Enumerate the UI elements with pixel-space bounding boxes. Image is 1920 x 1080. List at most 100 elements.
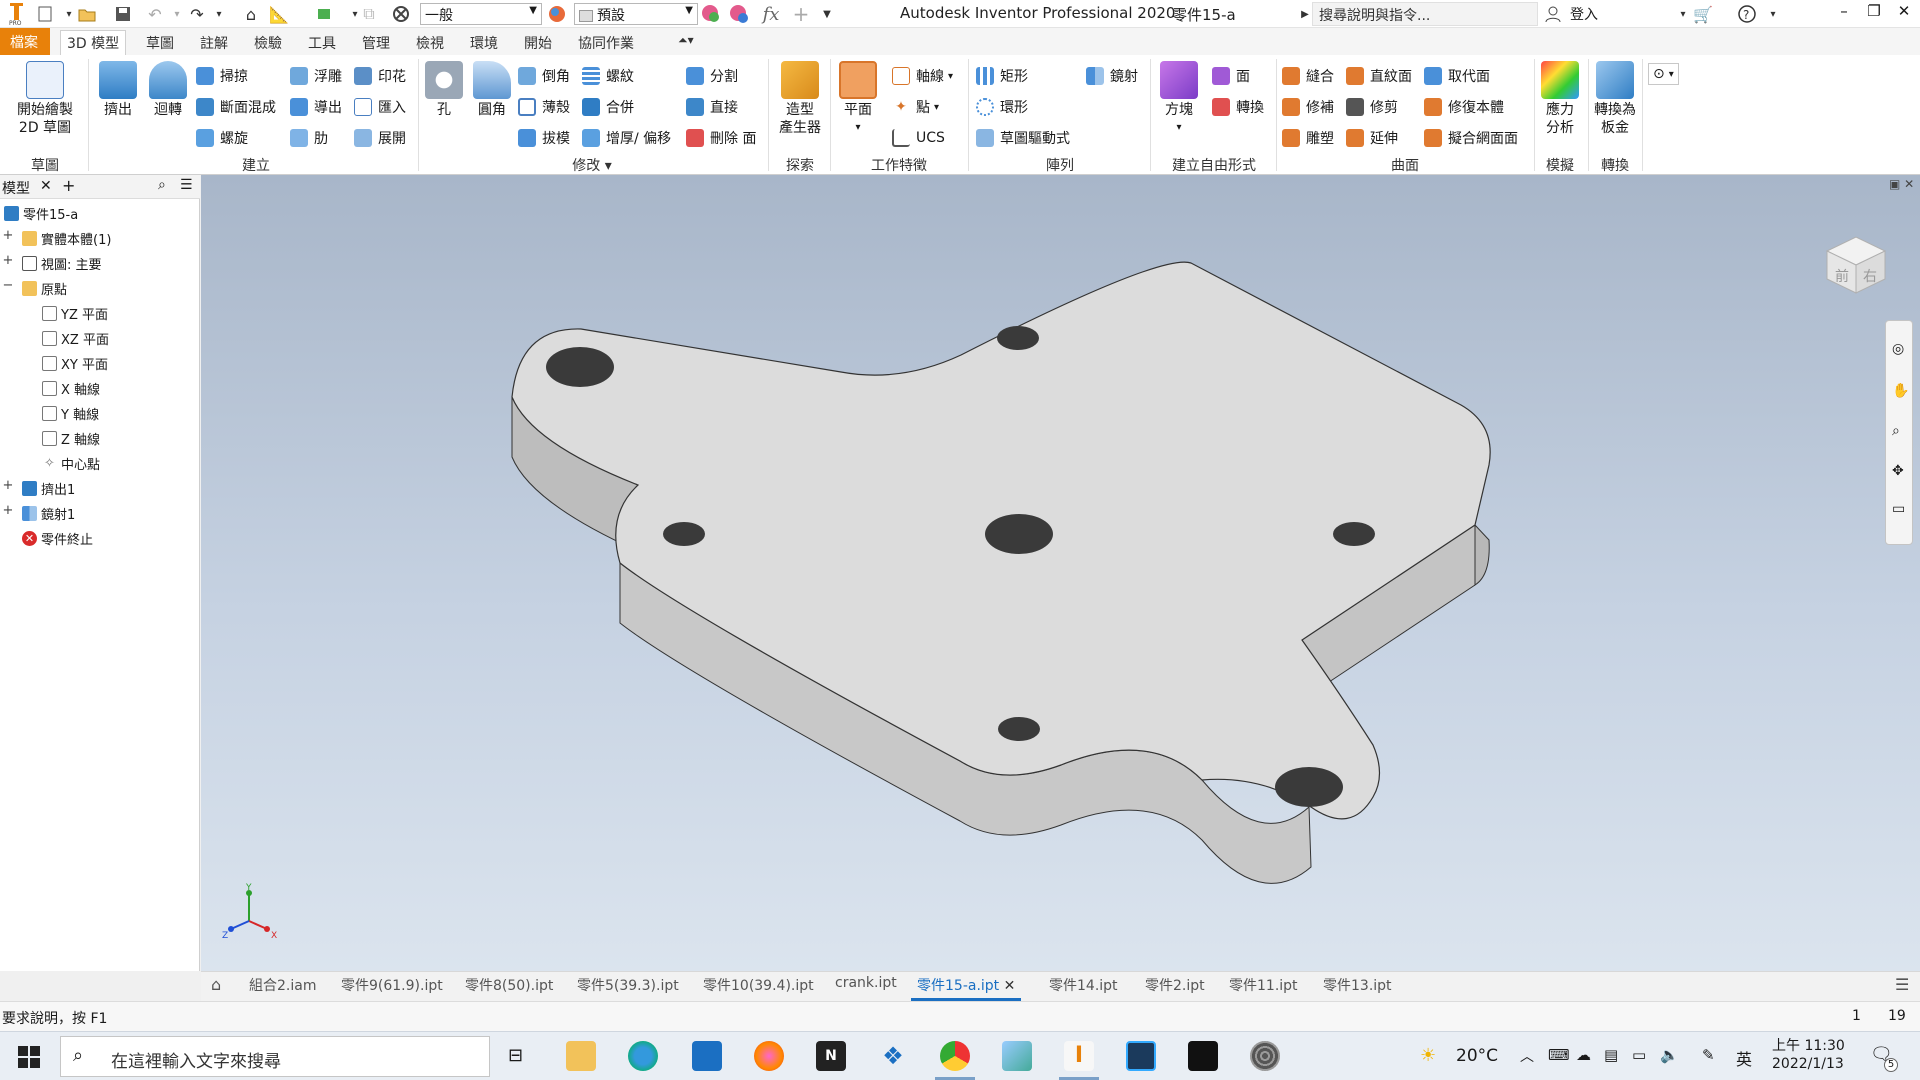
new-file-icon[interactable] [34,3,56,25]
loft-button[interactable]: 斷面混成 [196,96,276,118]
onedrive-icon[interactable]: ☁ [1576,1046,1591,1064]
help-search-input[interactable]: 搜尋說明與指令... [1312,2,1538,26]
patch-button[interactable]: 修補 [1282,96,1334,118]
app-globe-icon[interactable] [1250,1041,1280,1071]
measure-icon[interactable]: 📐 [268,3,290,25]
split-button[interactable]: 分割 [686,65,738,87]
menu-icon[interactable]: ☰ [180,177,193,193]
graphics-viewport[interactable]: 前 右 ▣ ✕ ◎ ✋ ⌕ ✥ ▭ Y X Z [201,175,1920,971]
material-icon[interactable] [390,3,412,25]
ucs-button[interactable]: UCS [892,127,945,149]
add-tab-icon[interactable]: + [62,176,75,195]
face-freeform-button[interactable]: 面 [1212,65,1250,87]
circular-pattern-button[interactable]: 環形 [976,96,1028,118]
file-explorer-icon[interactable] [566,1041,596,1071]
notion-icon[interactable]: N [816,1041,846,1071]
app-icon[interactable] [1002,1041,1032,1071]
restore-icon[interactable]: ❐ [1860,2,1888,26]
volume-icon[interactable]: 🔈 [1660,1046,1679,1064]
mirror-button[interactable]: 鏡射 [1086,65,1138,87]
decal-button[interactable]: 印花 [354,65,406,87]
tree-center-point[interactable]: ✧ 中心點 [42,453,100,473]
sweep-button[interactable]: 掃掠 [196,65,248,87]
clear-appearance-icon[interactable] [728,3,750,25]
home-icon[interactable]: ⌂ [211,975,221,994]
ribbon-display-toggle-icon[interactable]: ⏶▾ [672,31,700,50]
windows-start-icon[interactable] [18,1046,40,1072]
coil-button[interactable]: 螺旋 [196,127,248,149]
rib-button[interactable]: 肋 [290,127,328,149]
chevron-down-icon[interactable]: ▾ [166,3,188,25]
emboss-button[interactable]: 浮雕 [290,65,342,87]
pen-icon[interactable]: ✎ [1702,1046,1715,1064]
undo-icon[interactable]: ↶ [144,3,166,25]
thread-button[interactable]: 螺紋 [582,65,634,87]
select-icon[interactable]: ⧉ [358,3,380,25]
tree-yz-plane[interactable]: YZ 平面 [42,303,108,323]
tree-extrusion1[interactable]: 擠出1 [22,478,75,498]
ribbon-options-button[interactable]: ⊙ ▾ [1648,63,1679,85]
tab-file[interactable]: 檔案 [0,28,50,55]
convert-freeform-button[interactable]: 轉換 [1212,96,1264,118]
look-at-icon[interactable]: ▭ [1892,501,1905,517]
tree-x-axis[interactable]: X 軸線 [42,378,100,398]
view-cube[interactable]: 前 右 [1821,227,1891,297]
tree-y-axis[interactable]: Y 軸線 [42,403,99,423]
inventor-taskbar-icon[interactable]: I [1064,1041,1094,1071]
derive-button[interactable]: 導出 [290,96,342,118]
tab-tools[interactable]: 工具 [302,31,342,55]
mail-icon[interactable] [692,1041,722,1071]
save-icon[interactable] [112,3,134,25]
tab-manage[interactable]: 管理 [356,31,396,55]
fx-icon[interactable]: fx [760,3,782,25]
sculpt-button[interactable]: 雕塑 [1282,127,1334,149]
extend-button[interactable]: 延伸 [1346,127,1398,149]
viewport-layout-icon[interactable]: ▣ ✕ [1889,177,1914,191]
style-select[interactable]: 一般 ▼ [420,3,542,25]
tab-inspect[interactable]: 檢驗 [248,31,288,55]
dropbox-icon[interactable]: ❖ [878,1041,908,1071]
tree-root-part[interactable]: 零件15-a [4,203,78,223]
chevron-down-icon[interactable]: ▾ [1762,3,1784,25]
login-link[interactable]: 登入 [1570,4,1598,24]
tab-get-started[interactable]: 開始 [518,31,558,55]
ruled-surface-button[interactable]: 直紋面 [1346,65,1412,87]
tab-3d-model[interactable]: 3D 模型 [60,30,127,55]
convert-to-sheet-metal-button[interactable]: 轉換為 板金 [1592,61,1638,137]
revolve-button[interactable]: 迴轉 [146,61,190,119]
edge-icon[interactable] [628,1041,658,1071]
chevron-up-icon[interactable]: ︿ [1520,1046,1534,1066]
doc-tab[interactable]: 零件10(39.4).ipt [703,975,814,995]
extrude-button[interactable]: 擠出 [96,61,140,119]
tree-z-axis[interactable]: Z 軸線 [42,428,100,448]
fit-mesh-face-button[interactable]: 擬合網面面 [1424,127,1518,149]
doc-tab[interactable]: 零件5(39.3).ipt [577,975,679,995]
weather-icon[interactable]: ☀ [1420,1045,1436,1066]
fillet-button[interactable]: 圓角 [470,61,514,119]
doc-tab[interactable]: 零件13.ipt [1323,975,1392,995]
direct-button[interactable]: 直接 [686,96,738,118]
tab-annotate[interactable]: 註解 [194,31,234,55]
stitch-button[interactable]: 縫合 [1282,65,1334,87]
doc-tab[interactable]: 零件11.ipt [1229,975,1298,995]
open-icon[interactable] [76,3,98,25]
tab-collaborate[interactable]: 協同作業 [572,31,640,55]
close-icon[interactable]: ✕ [1890,2,1918,26]
point-button[interactable]: ✦ 點 ▾ [892,96,939,118]
chamfer-button[interactable]: 倒角 [518,65,570,87]
tree-mirror1[interactable]: 鏡射1 [22,503,75,523]
doc-tab-active[interactable]: 零件15-a.ipt ✕ [911,975,1022,1001]
battery-icon[interactable]: ▭ [1632,1046,1646,1064]
replace-face-button[interactable]: 取代面 [1424,65,1490,87]
start-2d-sketch-button[interactable]: 開始繪製 2D 草圖 [10,61,80,137]
chrome-icon[interactable] [940,1041,970,1071]
plane-button[interactable]: 平面 ▾ [834,61,882,137]
tab-environments[interactable]: 環境 [464,31,504,55]
redo-icon[interactable]: ↷ [186,3,208,25]
doc-tab[interactable]: 組合2.iam [249,975,316,995]
inventor-logo-icon[interactable]: PRO [4,3,30,26]
draft-button[interactable]: 拔模 [518,127,570,149]
steering-wheel-icon[interactable]: ◎ [1892,341,1904,357]
update-icon[interactable] [314,3,336,25]
chevron-down-icon[interactable]: ▾ [1672,3,1694,25]
